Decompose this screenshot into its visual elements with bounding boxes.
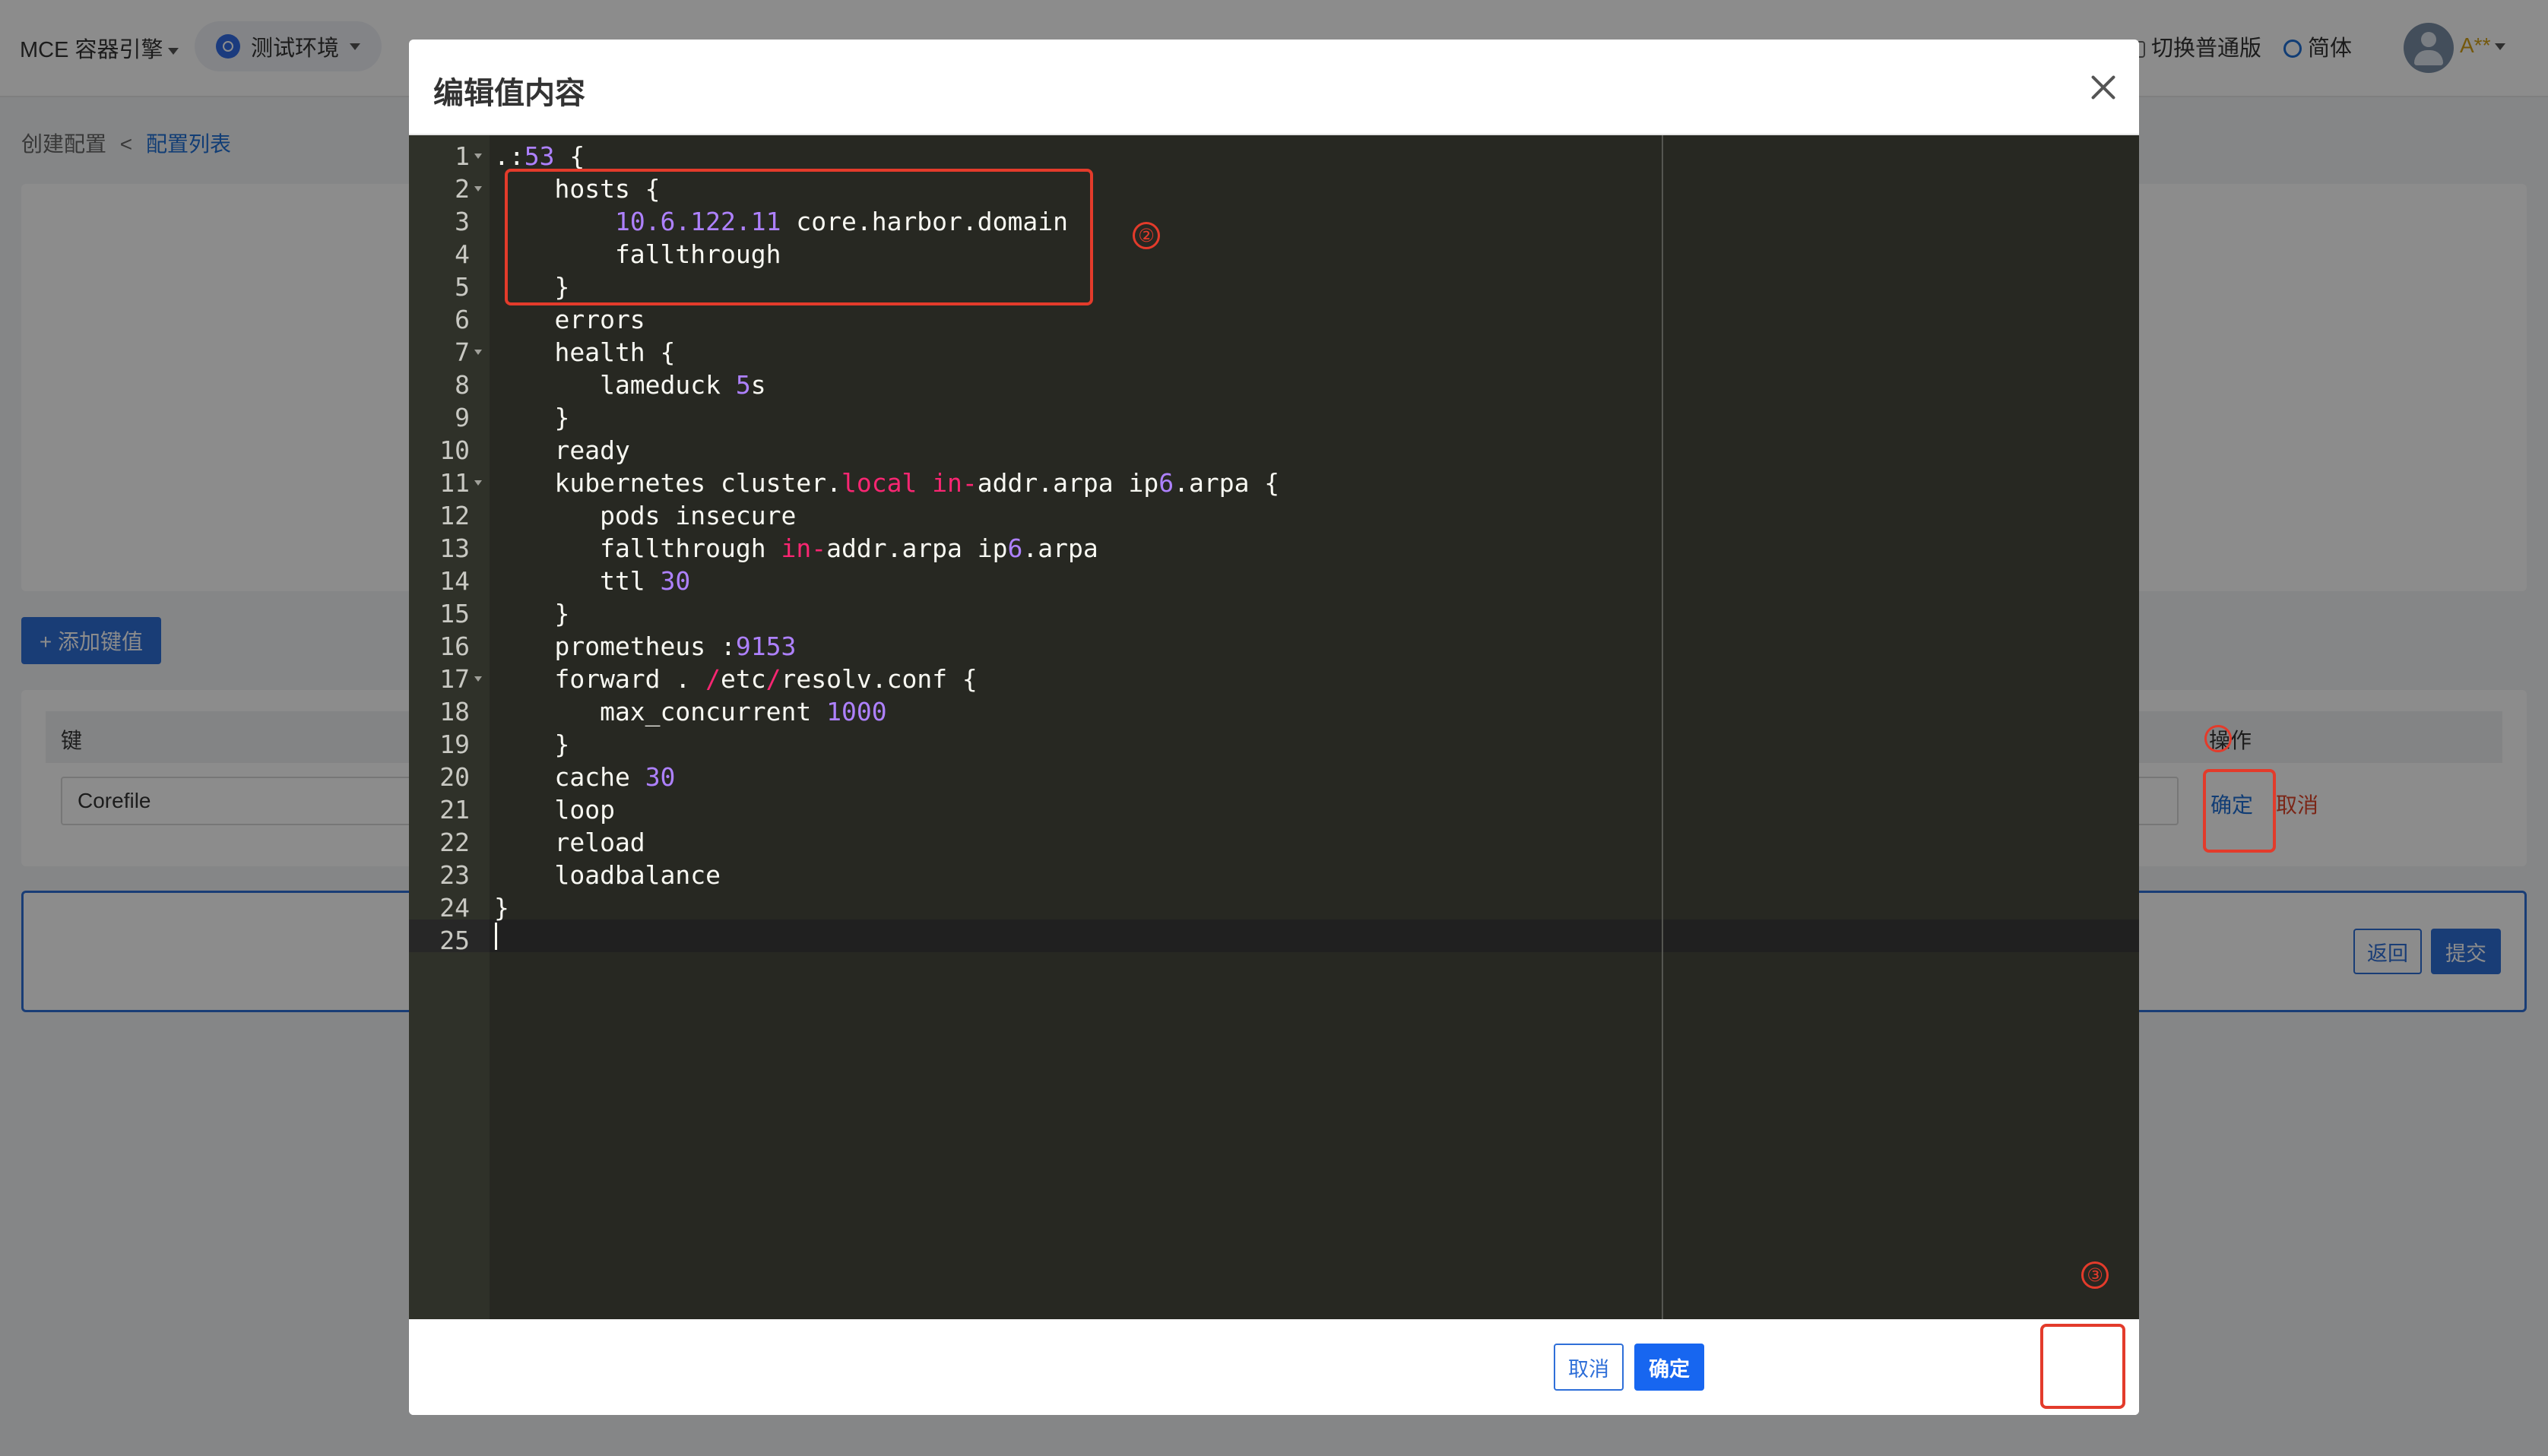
code-line[interactable]: } (494, 401, 1279, 434)
code-line[interactable]: kubernetes cluster.local in-addr.arpa ip… (494, 467, 1279, 499)
close-icon[interactable] (2084, 68, 2122, 106)
print-margin (1662, 135, 1663, 1319)
code-line[interactable]: } (494, 891, 1279, 924)
line-number: 23 (439, 860, 470, 890)
dialog-title: 编辑值内容 (433, 77, 585, 110)
line-number: 10 (439, 435, 470, 465)
line-number: 20 (439, 762, 470, 792)
code-line[interactable]: .:53 { (494, 140, 1279, 173)
line-number: 13 (439, 533, 470, 563)
line-number: 16 (439, 631, 470, 661)
line-number: 3 (455, 207, 470, 236)
fold-arrow-icon[interactable] (474, 480, 482, 486)
line-number: 6 (455, 305, 470, 334)
line-number: 17 (439, 664, 470, 694)
line-number: 2 (455, 174, 470, 204)
dialog-cancel-button[interactable]: 取消 (1554, 1344, 1624, 1391)
code-line[interactable]: prometheus :9153 (494, 630, 1279, 663)
line-number: 21 (439, 795, 470, 825)
line-number: 1 (455, 141, 470, 171)
fold-arrow-icon[interactable] (474, 186, 482, 191)
line-number: 5 (455, 272, 470, 302)
code-line[interactable]: forward . /etc/resolv.conf { (494, 663, 1279, 695)
fold-arrow-icon[interactable] (474, 154, 482, 159)
line-number: 7 (455, 337, 470, 367)
annotation-box-hosts (505, 169, 1093, 305)
code-line[interactable] (494, 924, 1279, 957)
line-number: 4 (455, 239, 470, 269)
code-line[interactable]: } (494, 728, 1279, 761)
line-number: 18 (439, 697, 470, 726)
annotation-box-confirm (2040, 1324, 2125, 1409)
code-line[interactable]: ttl 30 (494, 565, 1279, 597)
line-number: 24 (439, 893, 470, 923)
annotation-marker-3: ③ (2081, 1261, 2109, 1289)
dialog-footer (409, 1319, 2139, 1415)
line-number: 11 (439, 468, 470, 498)
code-line[interactable]: lameduck 5s (494, 369, 1279, 401)
code-line[interactable]: } (494, 597, 1279, 630)
line-number: 22 (439, 828, 470, 857)
code-line[interactable]: cache 30 (494, 761, 1279, 793)
code-editor[interactable]: 1 2 3 4 5 6 7 8 9 10 11 12 13 14 15 16 17 18 19 20 21 22 23 24 2… (409, 135, 2139, 1319)
code-line[interactable]: ready (494, 434, 1279, 467)
fold-arrow-icon[interactable] (474, 676, 482, 682)
line-number: 19 (439, 730, 470, 759)
code-line[interactable]: errors (494, 303, 1279, 336)
annotation-box-row-confirm (2203, 769, 2276, 853)
code-line[interactable]: health { (494, 336, 1279, 369)
text-cursor (495, 923, 497, 950)
annotation-marker-1 (2204, 725, 2232, 752)
line-number: 25 (439, 926, 470, 955)
line-number: 12 (439, 501, 470, 530)
dialog-header: 编辑值内容 (409, 40, 2139, 135)
fold-arrow-icon[interactable] (474, 350, 482, 355)
line-number: 8 (455, 370, 470, 400)
code-line[interactable]: loop (494, 793, 1279, 826)
line-number: 14 (439, 566, 470, 596)
line-numbers: 1 2 3 4 5 6 7 8 9 10 11 12 13 14 15 16 17 18 19 20 21 22 23 24 2… (409, 140, 470, 957)
code-line[interactable]: max_concurrent 1000 (494, 695, 1279, 728)
code-line[interactable]: fallthrough in-addr.arpa ip6.arpa (494, 532, 1279, 565)
code-line[interactable]: loadbalance (494, 859, 1279, 891)
line-number: 9 (455, 403, 470, 432)
code-line[interactable]: pods insecure (494, 499, 1279, 532)
annotation-marker-2: ② (1133, 222, 1160, 249)
dialog-confirm-button[interactable]: 确定 (1634, 1344, 1704, 1391)
code-line[interactable]: reload (494, 826, 1279, 859)
line-number: 15 (439, 599, 470, 628)
